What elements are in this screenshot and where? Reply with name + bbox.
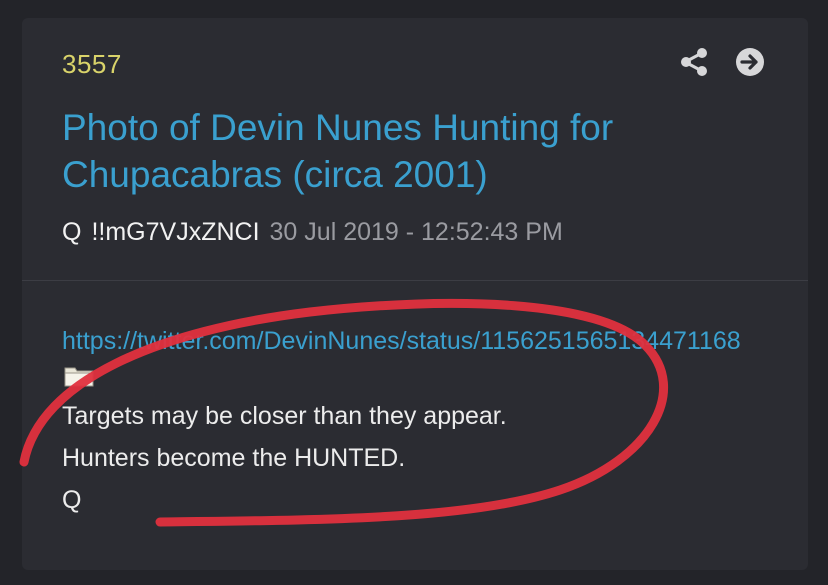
tweet-link-text[interactable]: https://twitter.com/DevinNunes/status/11… bbox=[62, 327, 741, 355]
tripcode: !!mG7VJxZNCI bbox=[91, 218, 260, 246]
post-line-3: Q bbox=[62, 486, 82, 514]
screenshot: 3557 Photo of Devin Nunes Hunting for Ch… bbox=[0, 0, 828, 585]
post-header: 3557 Photo of Devin Nunes Hunting for Ch… bbox=[22, 18, 808, 280]
post-number[interactable]: 3557 bbox=[62, 49, 122, 80]
share-icon[interactable] bbox=[678, 46, 710, 78]
post-meta: Q !!mG7VJxZNCI 30 Jul 2019 - 12:52:43 PM bbox=[62, 218, 563, 247]
post-title[interactable]: Photo of Devin Nunes Hunting for Chupaca… bbox=[62, 104, 762, 198]
author-name: Q bbox=[62, 218, 82, 246]
folder-icon[interactable] bbox=[64, 364, 94, 388]
post-line-2: Hunters become the HUNTED. bbox=[62, 444, 406, 472]
timestamp: 30 Jul 2019 - 12:52:43 PM bbox=[269, 218, 563, 246]
post-card: 3557 Photo of Devin Nunes Hunting for Ch… bbox=[22, 18, 808, 570]
divider bbox=[22, 280, 808, 281]
post-line-1: Targets may be closer than they appear. bbox=[62, 402, 507, 430]
post-body: https://twitter.com/DevinNunes/status/11… bbox=[62, 323, 782, 521]
arrow-right-circle-icon[interactable] bbox=[734, 46, 766, 78]
tweet-link[interactable]: https://twitter.com/DevinNunes/status/11… bbox=[62, 323, 768, 395]
